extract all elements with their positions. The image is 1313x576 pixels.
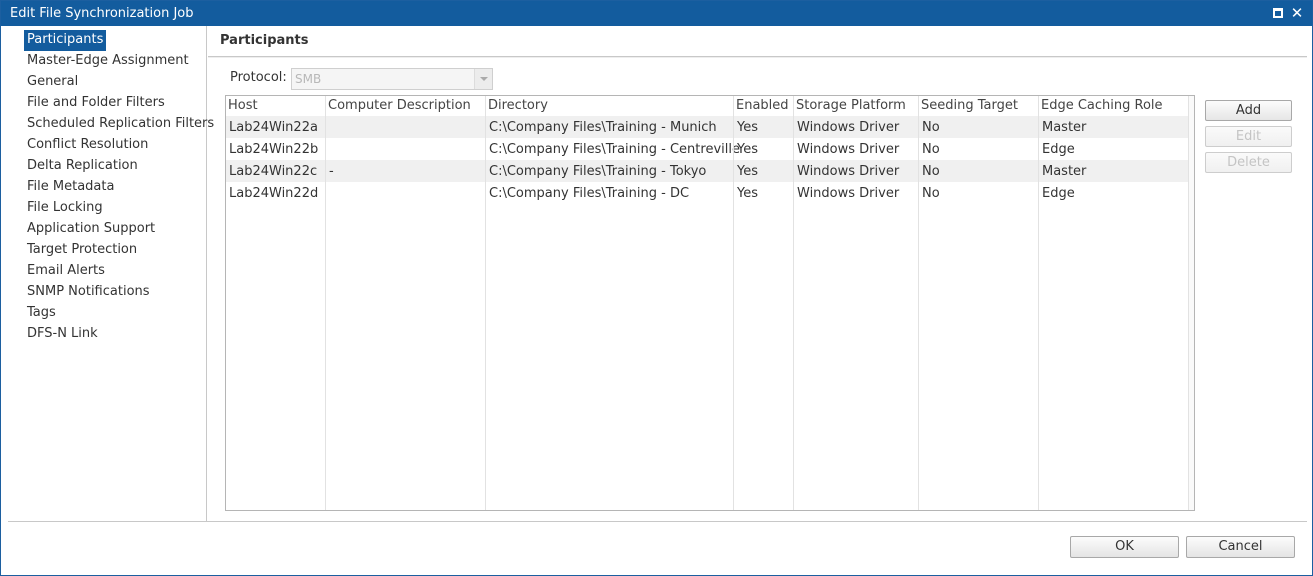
dialog-window: Edit File Synchronization Job ✕ Particip… <box>0 0 1313 576</box>
maximize-icon[interactable] <box>1270 5 1286 21</box>
sidebar-item-file-locking[interactable]: File Locking <box>24 198 106 219</box>
table-scroll-track[interactable] <box>1188 96 1194 510</box>
table-row[interactable]: Lab24Win22b C:\Company Files\Training - … <box>226 138 1190 160</box>
table-row[interactable]: Lab24Win22c - C:\Company Files\Training … <box>226 160 1190 182</box>
sidebar-item-application-support[interactable]: Application Support <box>24 219 158 240</box>
title-divider-shadow <box>208 57 1307 58</box>
participants-table: Lab24Win22a C:\Company Files\Training - … <box>225 95 1195 511</box>
column-header-directory[interactable]: Directory <box>488 98 548 113</box>
cell-storage-platform: Windows Driver <box>797 142 900 157</box>
cell-computer-description: - <box>329 164 334 179</box>
add-button[interactable]: Add <box>1205 100 1292 121</box>
cell-directory: C:\Company Files\Training - Munich <box>489 120 717 135</box>
sidebar-item-delta-replication[interactable]: Delta Replication <box>24 156 141 177</box>
column-header-edge-caching-role[interactable]: Edge Caching Role <box>1041 98 1163 113</box>
sidebar-item-participants[interactable]: Participants <box>24 30 107 51</box>
column-header-computer-description[interactable]: Computer Description <box>328 98 471 113</box>
sidebar-item-scheduled-replication-filters[interactable]: Scheduled Replication Filters <box>24 114 217 135</box>
column-divider[interactable] <box>793 96 794 510</box>
column-divider[interactable] <box>918 96 919 510</box>
cell-storage-platform: Windows Driver <box>797 186 900 201</box>
edit-button[interactable]: Edit <box>1205 126 1292 147</box>
column-divider[interactable] <box>1038 96 1039 510</box>
cell-enabled: Yes <box>737 186 758 201</box>
sidebar-nav: Participants Master-Edge Assignment Gene… <box>1 26 214 521</box>
chevron-down-icon[interactable] <box>474 69 492 89</box>
cell-enabled: Yes <box>737 164 758 179</box>
cell-edge-caching-role: Master <box>1042 164 1087 179</box>
ok-button[interactable]: OK <box>1070 536 1179 558</box>
cell-seeding-target: No <box>922 186 940 201</box>
column-header-seeding-target[interactable]: Seeding Target <box>921 98 1018 113</box>
page-title: Participants <box>220 33 309 48</box>
cell-host: Lab24Win22d <box>229 186 319 201</box>
cell-directory: C:\Company Files\Training - Tokyo <box>489 164 707 179</box>
sidebar-item-target-protection[interactable]: Target Protection <box>24 240 140 261</box>
column-divider[interactable] <box>733 96 734 510</box>
protocol-select[interactable]: SMB <box>291 68 493 90</box>
sidebar-item-master-edge-assignment[interactable]: Master-Edge Assignment <box>24 51 192 72</box>
sidebar-item-email-alerts[interactable]: Email Alerts <box>24 261 108 282</box>
sidebar-item-dfs-n-link[interactable]: DFS-N Link <box>24 324 101 345</box>
footer-divider <box>8 521 1307 522</box>
sidebar-item-file-metadata[interactable]: File Metadata <box>24 177 117 198</box>
sidebar-item-snmp-notifications[interactable]: SNMP Notifications <box>24 282 153 303</box>
cell-host: Lab24Win22a <box>229 120 318 135</box>
close-icon[interactable]: ✕ <box>1289 5 1305 21</box>
cell-storage-platform: Windows Driver <box>797 120 900 135</box>
cell-host: Lab24Win22b <box>229 142 319 157</box>
table-row[interactable]: Lab24Win22a C:\Company Files\Training - … <box>226 116 1190 138</box>
cell-edge-caching-role: Master <box>1042 120 1087 135</box>
column-divider[interactable] <box>325 96 326 510</box>
protocol-value: SMB <box>295 72 322 86</box>
column-divider[interactable] <box>485 96 486 510</box>
column-header-enabled[interactable]: Enabled <box>736 98 789 113</box>
sidebar-item-general[interactable]: General <box>24 72 81 93</box>
cell-edge-caching-role: Edge <box>1042 142 1075 157</box>
column-header-host[interactable]: Host <box>228 98 258 113</box>
cancel-button[interactable]: Cancel <box>1186 536 1295 558</box>
cell-host: Lab24Win22c <box>229 164 318 179</box>
cell-edge-caching-role: Edge <box>1042 186 1075 201</box>
cell-seeding-target: No <box>922 120 940 135</box>
column-header-storage-platform[interactable]: Storage Platform <box>796 98 906 113</box>
title-bar[interactable]: Edit File Synchronization Job ✕ <box>1 1 1312 26</box>
window-title: Edit File Synchronization Job <box>10 6 194 21</box>
cell-enabled: Yes <box>737 142 758 157</box>
sidebar-item-tags[interactable]: Tags <box>24 303 59 324</box>
sidebar-item-file-and-folder-filters[interactable]: File and Folder Filters <box>24 93 168 114</box>
delete-button[interactable]: Delete <box>1205 152 1292 173</box>
cell-enabled: Yes <box>737 120 758 135</box>
cell-storage-platform: Windows Driver <box>797 164 900 179</box>
cell-directory: C:\Company Files\Training - DC <box>489 186 690 201</box>
cell-directory: C:\Company Files\Training - Centreville <box>489 142 740 157</box>
sidebar-item-conflict-resolution[interactable]: Conflict Resolution <box>24 135 151 156</box>
table-row[interactable]: Lab24Win22d C:\Company Files\Training - … <box>226 182 1190 204</box>
cell-seeding-target: No <box>922 164 940 179</box>
cell-seeding-target: No <box>922 142 940 157</box>
protocol-label: Protocol: <box>230 70 287 85</box>
